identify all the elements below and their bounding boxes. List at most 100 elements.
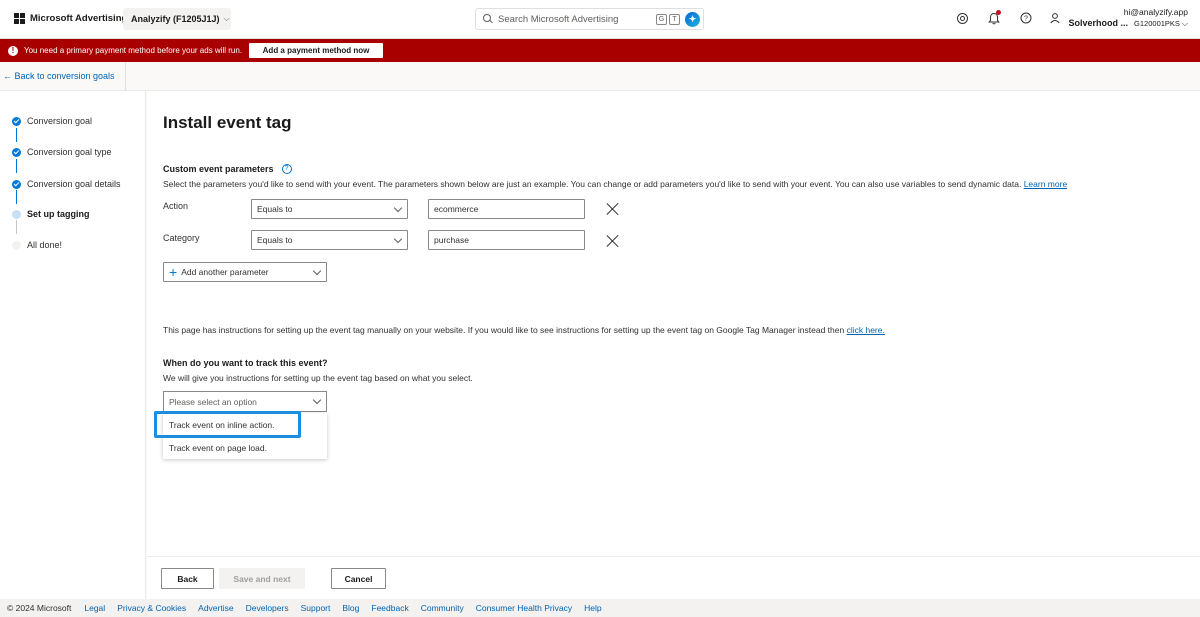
back-navigation-bar: ← Back to conversion goals: [0, 62, 1200, 91]
payment-alert-banner: ! You need a primary payment method befo…: [0, 39, 1200, 62]
footer-link-legal[interactable]: Legal: [84, 603, 105, 613]
help-icon[interactable]: ?: [1019, 11, 1033, 25]
param-value-input[interactable]: purchase: [428, 230, 585, 250]
step-connector: [16, 220, 17, 234]
parameters-description: Select the parameters you'd like to send…: [163, 179, 1067, 189]
page-title: Install event tag: [163, 113, 292, 132]
shortcut-g-key: G: [656, 14, 667, 25]
search-placeholder: Search Microsoft Advertising: [498, 13, 619, 25]
info-text: This page has instructions for setting u…: [163, 325, 845, 335]
footer-link-privacy[interactable]: Privacy & Cookies: [117, 603, 186, 613]
divider: [125, 62, 126, 91]
chevron-down-icon: [312, 266, 322, 276]
account-name: Analyzify (F1205J1J): [131, 14, 220, 24]
option-page-load[interactable]: Track event on page load.: [163, 436, 327, 459]
progress-stepper: Conversion goal Conversion goal type Con…: [0, 91, 146, 599]
step-label: Conversion goal details: [27, 179, 121, 189]
track-event-description: We will give you instructions for settin…: [163, 373, 473, 383]
step-set-up-tagging: Set up tagging: [12, 209, 90, 219]
param-label-category: Category: [163, 233, 200, 243]
plus-icon: +: [169, 264, 178, 280]
check-icon: [12, 116, 21, 126]
remove-param-close-icon[interactable]: [606, 234, 620, 248]
notification-bell-icon[interactable]: [987, 10, 1001, 25]
chevron-up-icon: [312, 395, 322, 405]
step-label: All done!: [27, 240, 63, 250]
brand-name: Microsoft Advertising: [30, 13, 128, 24]
user-account-menu[interactable]: hi@analyzify.app Solverhood ... G120001PK…: [1069, 7, 1188, 29]
footer-link-community[interactable]: Community: [421, 603, 464, 613]
button-label: Add another parameter: [181, 267, 269, 277]
step-connector: [16, 128, 17, 142]
alert-icon: !: [8, 45, 18, 56]
learn-more-link[interactable]: Learn more: [1024, 179, 1067, 189]
svg-text:?: ?: [1024, 16, 1028, 23]
param-operator-select[interactable]: Equals to: [251, 230, 408, 250]
step-connector: [16, 190, 17, 204]
param-label-action: Action: [163, 201, 189, 211]
input-value: purchase: [434, 235, 469, 245]
wizard-action-bar: Back Save and next Cancel: [147, 556, 1200, 599]
user-icon[interactable]: [1048, 11, 1062, 25]
top-bar: Microsoft Advertising Analyzify (F1205J1…: [0, 0, 1200, 39]
chevron-down-icon: [393, 234, 403, 244]
step-label: Conversion goal: [27, 116, 93, 126]
highlight-annotation: [154, 411, 301, 438]
param-value-input[interactable]: ecommerce: [428, 199, 585, 219]
track-event-question: When do you want to track this event?: [163, 358, 328, 368]
copilot-icon[interactable]: ✦: [685, 12, 700, 27]
footer-link-feedback[interactable]: Feedback: [371, 603, 408, 613]
pending-step-icon: [12, 240, 21, 250]
step-conversion-goal[interactable]: Conversion goal: [12, 116, 92, 126]
click-here-link[interactable]: click here.: [847, 325, 885, 335]
track-event-dropdown[interactable]: Please select an option: [163, 391, 327, 412]
search-box[interactable]: Search Microsoft Advertising G T ✦: [475, 8, 704, 30]
current-step-icon: [12, 209, 21, 219]
copyright: © 2024 Microsoft: [7, 603, 72, 613]
operator-value: Equals to: [257, 235, 293, 245]
dropdown-placeholder: Please select an option: [169, 396, 257, 407]
chevron-down-icon: ⌵: [1181, 19, 1188, 28]
step-conversion-goal-type[interactable]: Conversion goal type: [12, 147, 112, 157]
step-label: Conversion goal type: [27, 147, 112, 157]
footer-link-support[interactable]: Support: [301, 603, 331, 613]
step-connector: [16, 159, 17, 173]
check-icon: [12, 147, 21, 157]
user-name: Solverhood ...: [1068, 18, 1129, 28]
insights-icon[interactable]: [955, 11, 969, 25]
chevron-down-icon: [393, 203, 403, 213]
section-title: Custom event parameters: [163, 164, 274, 174]
add-payment-method-button[interactable]: Add a payment method now: [249, 43, 383, 58]
footer-link-consumer-health-privacy[interactable]: Consumer Health Privacy: [476, 603, 572, 613]
save-and-next-button[interactable]: Save and next: [219, 568, 305, 589]
brand-logo[interactable]: Microsoft Advertising: [14, 13, 127, 24]
search-icon: [483, 14, 493, 24]
footer-link-advertise[interactable]: Advertise: [198, 603, 233, 613]
description-text: Select the parameters you'd like to send…: [163, 179, 1022, 189]
gtm-instructions-text: This page has instructions for setting u…: [163, 325, 885, 335]
microsoft-logo-icon: [14, 13, 25, 24]
notification-badge: [996, 10, 1001, 15]
chevron-down-icon: ⌵: [223, 14, 230, 23]
user-email: hi@analyzify.app: [1123, 7, 1188, 17]
help-icon[interactable]: ?: [281, 164, 292, 174]
add-another-parameter-button[interactable]: + Add another parameter: [163, 262, 327, 282]
step-conversion-goal-details[interactable]: Conversion goal details: [12, 179, 121, 189]
shortcut-t-key: T: [669, 14, 680, 25]
main-content: Install event tag Custom event parameter…: [147, 91, 1200, 556]
remove-param-close-icon[interactable]: [606, 202, 620, 216]
custom-event-parameters-heading: Custom event parameters ?: [163, 164, 292, 174]
alert-message: You need a primary payment method before…: [24, 46, 243, 55]
account-switcher[interactable]: Analyzify (F1205J1J) ⌵: [123, 8, 231, 30]
footer-link-help[interactable]: Help: [584, 603, 601, 613]
back-to-conversion-goals-link[interactable]: ← Back to conversion goals: [3, 71, 115, 81]
step-all-done: All done!: [12, 240, 62, 250]
footer-link-blog[interactable]: Blog: [342, 603, 359, 613]
back-button[interactable]: Back: [161, 568, 214, 589]
operator-value: Equals to: [257, 204, 293, 214]
step-label: Set up tagging: [27, 209, 90, 219]
param-operator-select[interactable]: Equals to: [251, 199, 408, 219]
footer-link-developers[interactable]: Developers: [246, 603, 289, 613]
check-icon: [12, 179, 21, 189]
cancel-button[interactable]: Cancel: [331, 568, 386, 589]
